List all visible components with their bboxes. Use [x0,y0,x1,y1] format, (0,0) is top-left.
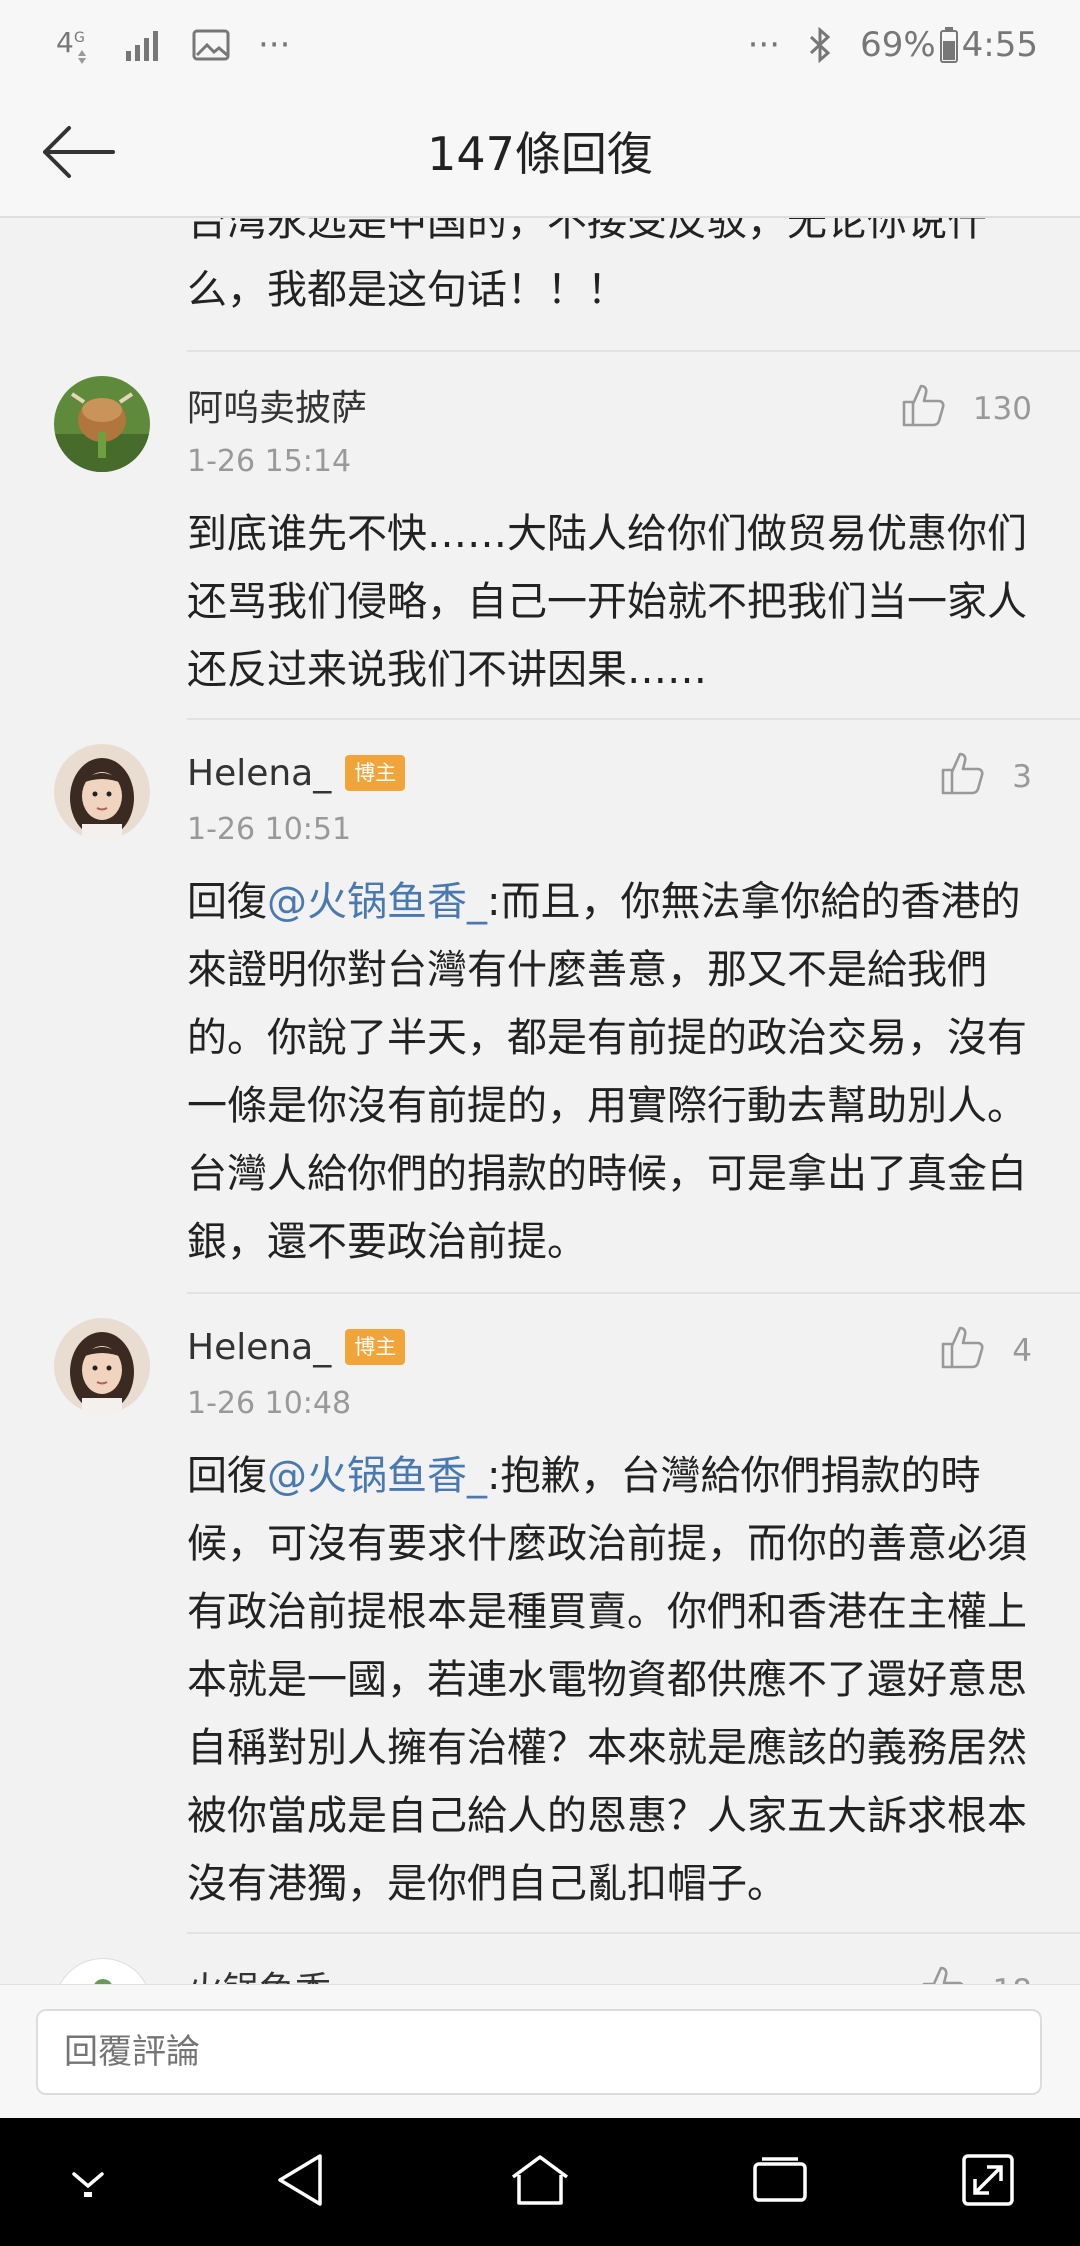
home-icon [509,2153,571,2211]
avatar[interactable] [54,1958,152,1984]
reply-input[interactable] [36,2009,1042,2095]
comment-text: 回復@火锅鱼香_:而且，你無法拿你給的香港的來證明你對台灣有什麼善意，那又不是給… [187,868,1038,1276]
hide-keyboard-button[interactable] [28,2118,148,2246]
divider [187,1932,1080,1934]
blogger-badge: 博主 [345,755,406,791]
home-button[interactable] [480,2118,600,2246]
thumbs-up-icon [940,1324,986,1378]
thumbs-up-icon [921,1964,967,1984]
thumbs-up-icon [901,382,947,436]
divider [187,1292,1080,1294]
comment-text: 回復@火锅鱼香_:抱歉，台灣給你們捐款的時候，可沒有要求什麼政治前提，而你的善意… [187,1442,1038,1918]
chevron-down-icon [66,2160,110,2204]
username-text[interactable]: Helena_ [187,1327,331,1368]
like-button[interactable]: 3 [940,750,1032,804]
comment-time: 1-26 10:48 [187,1386,352,1421]
like-count: 18 [993,1973,1032,1984]
comment-text: 到底谁先不快……大陆人给你们做贸易优惠你们还骂我们侵略，自己一开始就不把我们当一… [187,511,1027,693]
like-count: 4 [1012,1333,1032,1369]
reply-bar [0,1984,1080,2119]
like-button[interactable]: 18 [921,1964,1032,1984]
back-nav-button[interactable] [240,2118,360,2246]
blogger-badge: 博主 [345,1329,406,1365]
divider [187,350,1080,352]
signal-icon [124,29,164,61]
title-bar: 147條回復 [0,90,1080,218]
status-bar: 4G ··· ··· 69% 4:55 [0,0,1080,90]
4g-icon: 4G [56,24,96,66]
comment-username: 火锅鱼香 [187,1962,331,1984]
status-dots-left: ··· [258,25,291,65]
comments-list[interactable]: 台湾永远是中国的，不接受反驳，无论你说什么，我都是这句话！！！ 阿呜卖披萨 1-… [0,218,1080,1984]
image-icon [192,29,230,61]
divider [187,718,1080,720]
avatar[interactable] [54,744,150,840]
like-button[interactable]: 130 [901,382,1032,436]
clock: 4:55 [961,25,1038,65]
username-text[interactable]: 阿呜卖披萨 [187,379,367,431]
page-title: 147條回復 [427,127,653,181]
bluetooth-icon [808,27,832,63]
comment-body: :而且，你無法拿你給的香港的來證明你對台灣有什麼善意，那又不是給我們的。你說了半… [187,879,1027,1265]
navigation-bar [0,2118,1080,2246]
previous-comment-snippet: 台湾永远是中国的，不接受反驳，无论你说什么，我都是这句话！！！ [187,218,987,313]
like-button[interactable]: 4 [940,1324,1032,1378]
comment-time: 1-26 15:14 [187,444,352,479]
reply-prefix: 回復 [187,879,267,925]
back-triangle-icon [274,2152,326,2212]
recents-icon [752,2156,808,2208]
like-count: 3 [1012,759,1032,795]
recents-button[interactable] [720,2118,840,2246]
avatar[interactable] [54,1318,150,1414]
status-dots-right: ··· [747,25,781,65]
svg-text:G: G [74,30,85,46]
username-text[interactable]: Helena_ [187,753,331,794]
mention-link[interactable]: @火锅鱼香_ [267,879,487,925]
comment-body: :抱歉，台灣給你們捐款的時候，可沒有要求什麼政治前提，而你的善意必須有政治前提根… [187,1453,1027,1907]
reply-prefix: 回復 [187,1453,267,1499]
expand-button[interactable] [928,2118,1048,2246]
svg-text:4: 4 [56,26,74,59]
comment-time: 1-26 10:51 [187,812,352,847]
avatar[interactable] [54,376,150,472]
comment-username: 阿呜卖披萨 [187,380,367,430]
thumbs-up-icon [940,750,986,804]
mention-link[interactable]: @火锅鱼香_ [267,1453,487,1499]
comment-username: Helena_ 博主 [187,748,406,798]
expand-icon [961,2153,1015,2211]
comment-username: Helena_ 博主 [187,1322,406,1372]
battery-icon [939,27,958,63]
username-text[interactable]: 火锅鱼香 [187,1961,331,1984]
like-count: 130 [972,391,1032,427]
battery-percent: 69% [860,25,936,65]
